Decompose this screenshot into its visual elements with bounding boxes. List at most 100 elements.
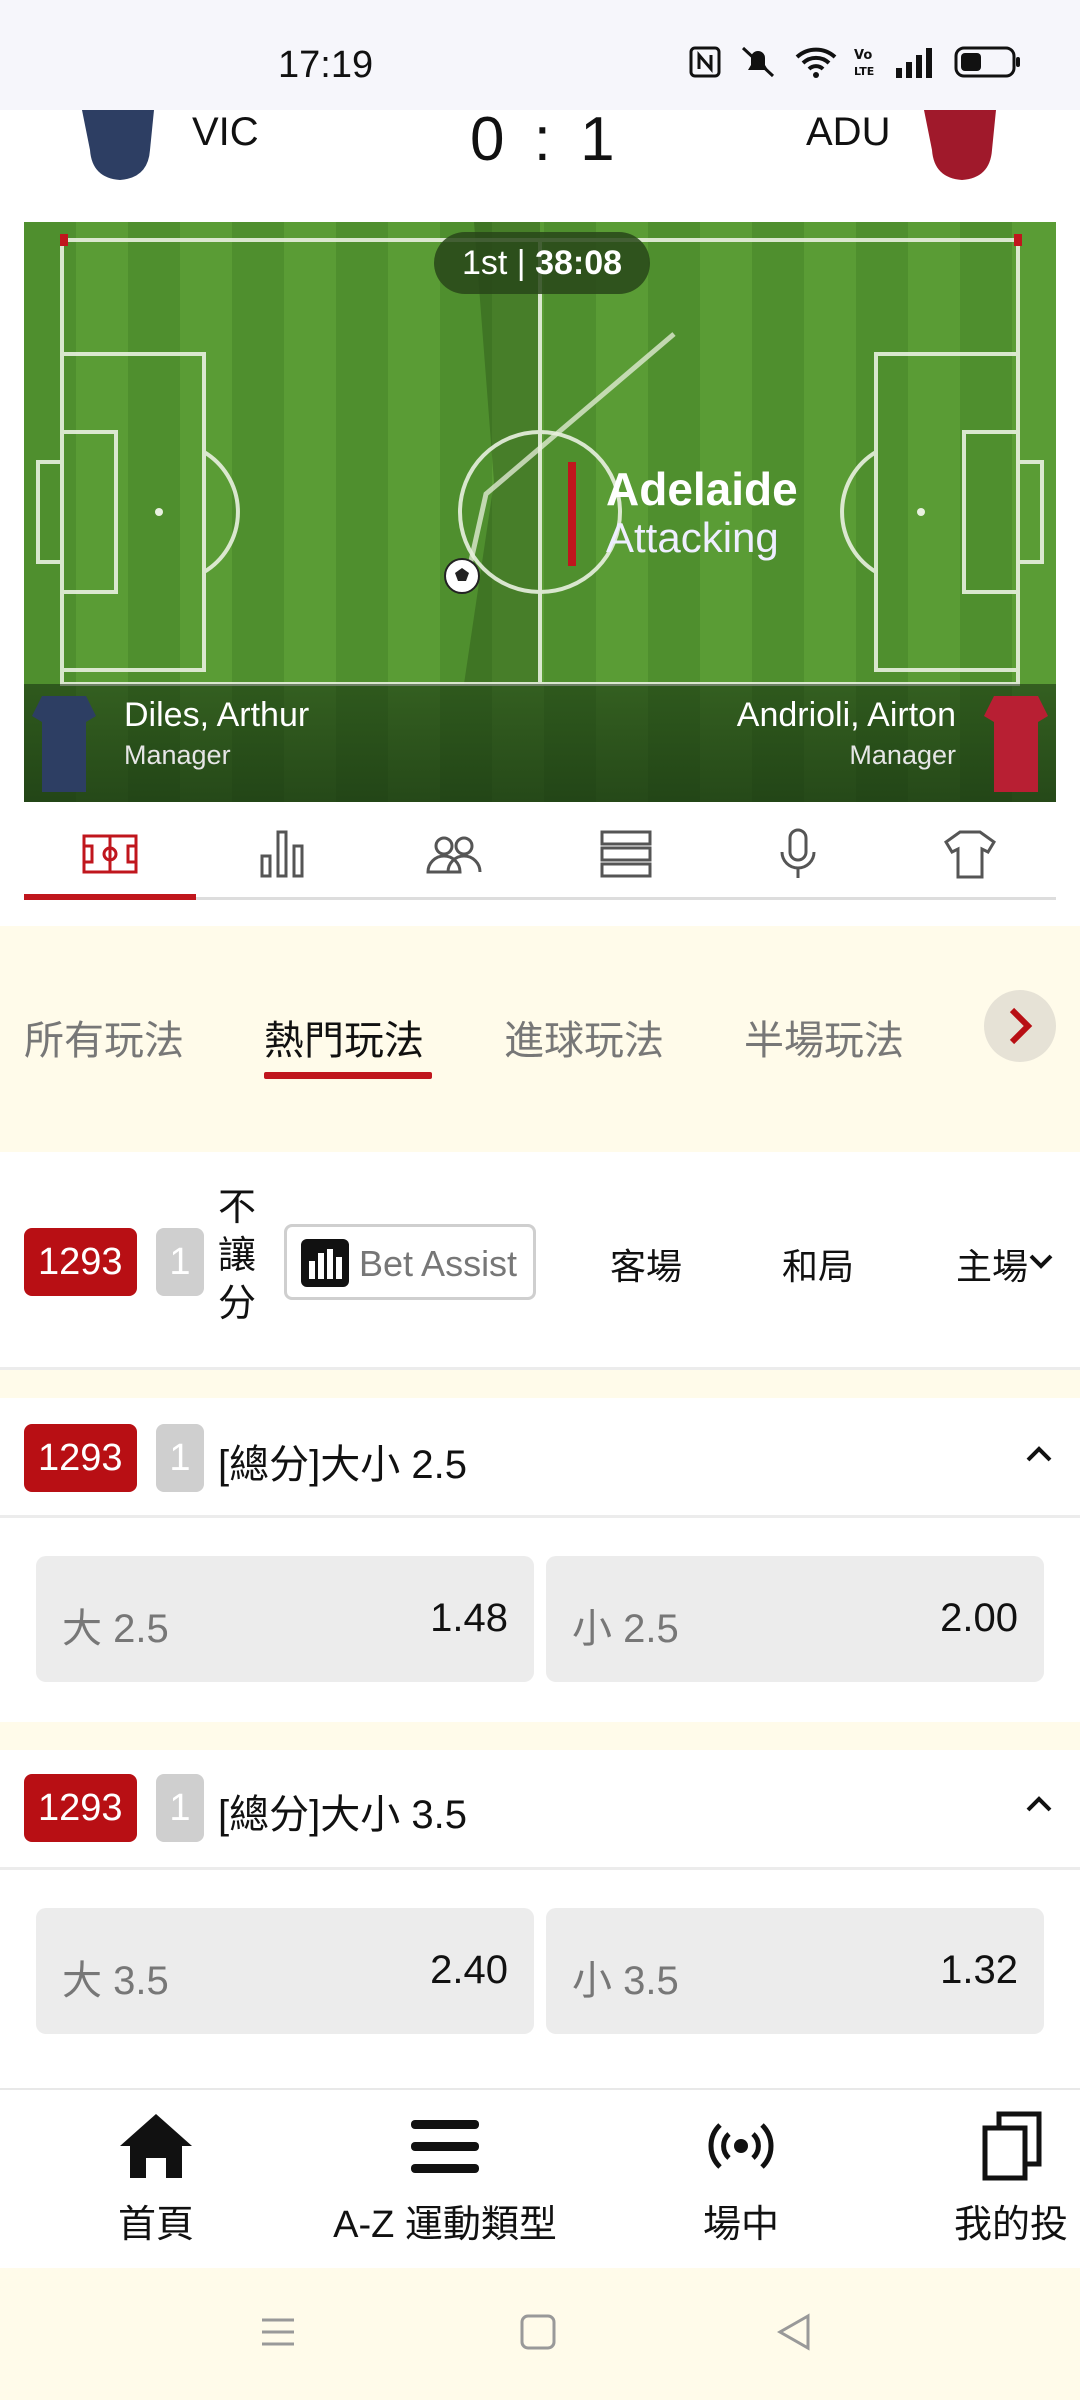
- managers-band: Diles, Arthur Manager Andrioli, Airton M…: [24, 684, 1056, 802]
- recents-icon[interactable]: [258, 2312, 298, 2352]
- bottom-navigation: 首頁 A-Z 運動類型 場中 我的投: [0, 2088, 1080, 2268]
- match-id-badge: 1293: [24, 1424, 137, 1492]
- odds-label: 大 3.5: [62, 1959, 169, 2003]
- wifi-icon: [795, 47, 837, 78]
- svg-text:LTE: LTE: [854, 65, 874, 78]
- market-title: [總分]大小 3.5: [218, 1793, 467, 1837]
- tab-popular-markets[interactable]: 熱門玩法: [264, 1008, 424, 1066]
- match-score: 0 : 1: [470, 105, 621, 174]
- match-score-header: VIC 0 : 1 ADU: [0, 105, 1080, 210]
- pitch-icon[interactable]: [80, 826, 140, 882]
- nfc-icon: [689, 46, 721, 78]
- signal-icon: [896, 48, 932, 78]
- match-tracker[interactable]: 1st | 38:08 Adelaide Attacking Diles, Ar…: [24, 222, 1056, 802]
- chevron-right-icon: [1009, 1007, 1033, 1045]
- tabs-next-button[interactable]: [984, 990, 1056, 1062]
- market-card-total-2-5: 1293 1 [總分]大小 2.5 大 2.5 1.48 小 2.5 2.00: [0, 1398, 1080, 1722]
- col-draw: 和局: [782, 1246, 855, 1287]
- market-category-tabs: 所有玩法 熱門玩法 進球玩法 半場玩法: [0, 926, 1080, 1152]
- market-count-badge: 1: [156, 1228, 204, 1296]
- home-button-icon[interactable]: [518, 2312, 558, 2352]
- back-icon[interactable]: [774, 2312, 814, 2352]
- odds-button-under[interactable]: 小 3.5 1.32: [546, 1908, 1044, 2034]
- home-team-code: VIC: [192, 110, 259, 154]
- shirt-icon[interactable]: [940, 826, 1000, 882]
- odds-value: 2.40: [430, 1948, 508, 1992]
- odds-label: 大 2.5: [62, 1607, 169, 1651]
- copy-icon: [982, 2111, 1042, 2181]
- away-manager-shirt-icon: [984, 696, 1048, 792]
- nav-sports-az[interactable]: A-Z 運動類型: [320, 2110, 570, 2248]
- nav-label: A-Z 運動類型: [333, 2204, 557, 2246]
- market-title: [總分]大小 2.5: [218, 1443, 467, 1487]
- home-icon: [120, 2114, 192, 2178]
- status-bar: 17:19 Vo LTE: [0, 0, 1080, 110]
- home-manager-name: Diles, Arthur: [124, 696, 310, 734]
- odds-button-over[interactable]: 大 2.5 1.48: [36, 1556, 534, 1682]
- match-period: 1st: [461, 244, 508, 282]
- nav-live[interactable]: 場中: [686, 2110, 796, 2248]
- bet-assist-label: Bet Assist: [359, 1243, 518, 1284]
- live-icon: [708, 2123, 774, 2169]
- active-tab-indicator: [24, 894, 196, 900]
- market-tab-underline: [264, 1072, 432, 1079]
- stats-icon[interactable]: [252, 826, 312, 882]
- col-away: 客場: [610, 1246, 683, 1287]
- tab-half-markets[interactable]: 半場玩法: [744, 1008, 904, 1066]
- moneyline-market-header: 1293 1 不讓分 Bet Assist 客場 和局 主場: [0, 1152, 1080, 1370]
- status-icons: Vo LTE: [688, 44, 1022, 80]
- match-id-badge: 1293: [24, 1774, 137, 1842]
- volte-icon: Vo LTE: [854, 48, 874, 78]
- odds-value: 1.32: [940, 1948, 1018, 1992]
- nav-label: 首頁: [117, 2204, 194, 2246]
- nav-label: 我的投: [954, 2204, 1069, 2246]
- chevron-up-icon[interactable]: [1024, 1794, 1054, 1814]
- tab-all-markets[interactable]: 所有玩法: [24, 1008, 184, 1066]
- away-manager-name: Andrioli, Airton: [736, 696, 956, 734]
- list-icon[interactable]: [596, 826, 656, 882]
- home-jersey-icon: [82, 110, 154, 180]
- system-navigation-bar: [0, 2268, 1080, 2400]
- microphone-icon[interactable]: [768, 826, 828, 882]
- odds-button-under[interactable]: 小 2.5 2.00: [546, 1556, 1044, 1682]
- away-team-code: ADU: [806, 110, 891, 154]
- match-clock: 1st | 38:08: [434, 232, 650, 294]
- nav-label: 場中: [702, 2204, 779, 2246]
- bar-chart-icon: [301, 1239, 349, 1287]
- nav-my-bets[interactable]: 我的投: [950, 2110, 1080, 2248]
- market-header-row[interactable]: 1293 1 [總分]大小 3.5: [0, 1750, 1080, 1870]
- nav-home[interactable]: 首頁: [106, 2110, 206, 2248]
- odds-label: 小 2.5: [572, 1607, 679, 1651]
- mute-icon: [741, 46, 775, 78]
- market-count-badge: 1: [156, 1774, 204, 1842]
- tab-goal-markets[interactable]: 進球玩法: [504, 1008, 664, 1066]
- away-manager-role: Manager: [849, 740, 956, 770]
- bet-assist-button[interactable]: Bet Assist: [284, 1224, 536, 1300]
- away-jersey-icon: [924, 110, 996, 180]
- market-count-badge: 1: [156, 1424, 204, 1492]
- tracker-tabs: [24, 808, 1056, 900]
- possession-state: Attacking: [606, 514, 779, 561]
- odds-value: 2.00: [940, 1596, 1018, 1640]
- odds-label: 小 3.5: [572, 1959, 679, 2003]
- chevron-up-icon[interactable]: [1024, 1444, 1054, 1464]
- chevron-down-icon[interactable]: [1028, 1252, 1054, 1272]
- lineup-icon[interactable]: [424, 826, 484, 882]
- menu-icon: [411, 2120, 479, 2173]
- market-card-total-3-5: 1293 1 [總分]大小 3.5 大 3.5 2.40 小 3.5 1.32: [0, 1750, 1080, 2088]
- market-header-row[interactable]: 1293 1 [總分]大小 2.5: [0, 1398, 1080, 1518]
- battery-icon: [954, 46, 1020, 78]
- odds-value: 1.48: [430, 1596, 508, 1640]
- section-divider: [0, 1370, 1080, 1398]
- home-manager-role: Manager: [124, 740, 231, 770]
- col-home: 主場: [956, 1246, 1029, 1287]
- match-time: 38:08: [535, 244, 623, 282]
- status-time: 17:19: [278, 44, 374, 86]
- market-type-label: 不讓分: [218, 1187, 257, 1325]
- possession-team: Adelaide: [606, 463, 798, 515]
- odds-button-over[interactable]: 大 3.5 2.40: [36, 1908, 534, 2034]
- ball-icon: [444, 558, 480, 594]
- section-divider: [0, 1722, 1080, 1750]
- home-manager-shirt-icon: [32, 696, 96, 792]
- match-id-badge: 1293: [24, 1228, 137, 1296]
